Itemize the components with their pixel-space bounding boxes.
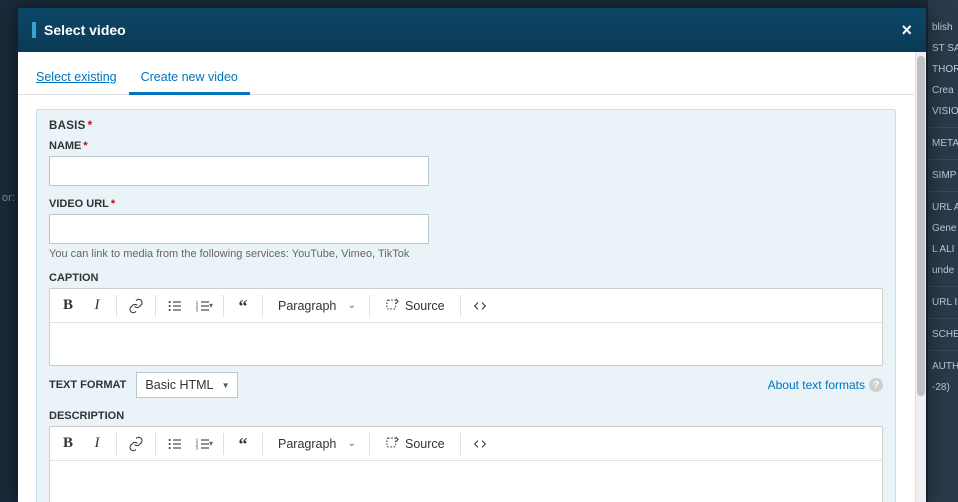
bg-item: URL I bbox=[928, 295, 958, 310]
quote-icon: “ bbox=[239, 440, 248, 448]
chevron-down-icon: ▾ bbox=[209, 301, 213, 310]
bulleted-list-button[interactable] bbox=[161, 430, 189, 458]
link-icon bbox=[128, 436, 144, 452]
source-icon bbox=[385, 435, 400, 453]
bold-button[interactable]: B bbox=[54, 430, 82, 458]
vertical-scrollbar[interactable] bbox=[915, 52, 926, 502]
bg-item: L ALI bbox=[928, 242, 958, 257]
blockquote-button[interactable]: “ bbox=[229, 292, 257, 320]
link-button[interactable] bbox=[122, 430, 150, 458]
source-icon bbox=[385, 297, 400, 315]
background-sidebar-right: blish ST SA THOR Crea VISIO META SIMP UR… bbox=[928, 0, 958, 502]
chevron-down-icon: ⌄ bbox=[348, 300, 356, 311]
caption-editor: B I bbox=[49, 288, 883, 366]
help-icon: ? bbox=[869, 378, 883, 392]
caption-toolbar: B I bbox=[50, 289, 882, 323]
bg-item: SCHE bbox=[928, 327, 958, 342]
field-description-label: DESCRIPTION bbox=[49, 410, 883, 422]
source-button[interactable]: Source bbox=[375, 292, 455, 320]
modal-body: Select existing Create new video BASIS* … bbox=[18, 52, 914, 502]
caption-textarea[interactable] bbox=[50, 323, 882, 365]
field-name-label: NAME* bbox=[49, 140, 883, 152]
bg-item: SIMP bbox=[928, 168, 958, 183]
tab-select-existing[interactable]: Select existing bbox=[24, 64, 129, 94]
bg-item: -28) bbox=[928, 380, 958, 395]
italic-button[interactable]: I bbox=[83, 430, 111, 458]
description-textarea[interactable] bbox=[50, 461, 882, 502]
bulleted-list-icon bbox=[167, 298, 183, 314]
bg-item: AUTH bbox=[928, 359, 958, 374]
heading-dropdown[interactable]: Paragraph ⌄ bbox=[268, 292, 364, 320]
chevron-down-icon: ▾ bbox=[209, 439, 213, 448]
chevron-down-icon: ⌄ bbox=[348, 438, 356, 449]
link-icon bbox=[128, 298, 144, 314]
heading-dropdown[interactable]: Paragraph ⌄ bbox=[268, 430, 364, 458]
bg-item: THOR bbox=[928, 62, 958, 77]
bg-item: META bbox=[928, 136, 958, 151]
link-button[interactable] bbox=[122, 292, 150, 320]
quote-icon: “ bbox=[239, 302, 248, 310]
modal-title: Select video bbox=[44, 22, 126, 38]
description-toolbar: B I bbox=[50, 427, 882, 461]
modal-header: Select video × bbox=[18, 8, 926, 52]
tab-create-new-video[interactable]: Create new video bbox=[129, 64, 250, 95]
numbered-list-button[interactable]: 123 ▾ bbox=[190, 292, 218, 320]
bulleted-list-button[interactable] bbox=[161, 292, 189, 320]
close-button[interactable]: × bbox=[901, 20, 912, 41]
field-caption-label: CAPTION bbox=[49, 272, 883, 284]
code-icon bbox=[472, 298, 488, 314]
bg-item: ST SA bbox=[928, 41, 958, 56]
section-basis-label: BASIS* bbox=[49, 120, 883, 132]
blockquote-button[interactable]: “ bbox=[229, 430, 257, 458]
bg-item: URL A bbox=[928, 200, 958, 215]
about-text-formats-link[interactable]: About text formats ? bbox=[768, 378, 883, 392]
source-button[interactable]: Source bbox=[375, 430, 455, 458]
background-text-left: or: bbox=[0, 190, 17, 206]
code-icon bbox=[472, 436, 488, 452]
bg-item: blish bbox=[928, 20, 958, 35]
svg-text:3: 3 bbox=[196, 445, 199, 450]
tab-bar: Select existing Create new video bbox=[18, 52, 914, 95]
bulleted-list-icon bbox=[167, 436, 183, 452]
svg-text:3: 3 bbox=[196, 307, 199, 312]
bg-item: unde bbox=[928, 263, 958, 278]
description-editor: B I bbox=[49, 426, 883, 502]
scrollbar-thumb[interactable] bbox=[917, 56, 925, 396]
show-blocks-button[interactable] bbox=[466, 430, 494, 458]
bg-item: VISIO bbox=[928, 104, 958, 119]
form-panel: BASIS* NAME* VIDEO URL* You can link to … bbox=[36, 109, 896, 502]
bg-item: Gene bbox=[928, 221, 958, 236]
name-input[interactable] bbox=[49, 156, 429, 186]
select-video-modal: Select video × Select existing Create ne… bbox=[18, 8, 926, 502]
text-format-select[interactable]: Basic HTML bbox=[136, 372, 238, 398]
show-blocks-button[interactable] bbox=[466, 292, 494, 320]
title-accent-bar bbox=[32, 22, 36, 38]
video-url-hint: You can link to media from the following… bbox=[49, 248, 883, 260]
video-url-input[interactable] bbox=[49, 214, 429, 244]
field-video-url-label: VIDEO URL* bbox=[49, 198, 883, 210]
numbered-list-button[interactable]: 123 ▾ bbox=[190, 430, 218, 458]
bold-button[interactable]: B bbox=[54, 292, 82, 320]
bg-item: Crea bbox=[928, 83, 958, 98]
text-format-label: TEXT FORMAT bbox=[49, 379, 126, 391]
italic-button[interactable]: I bbox=[83, 292, 111, 320]
